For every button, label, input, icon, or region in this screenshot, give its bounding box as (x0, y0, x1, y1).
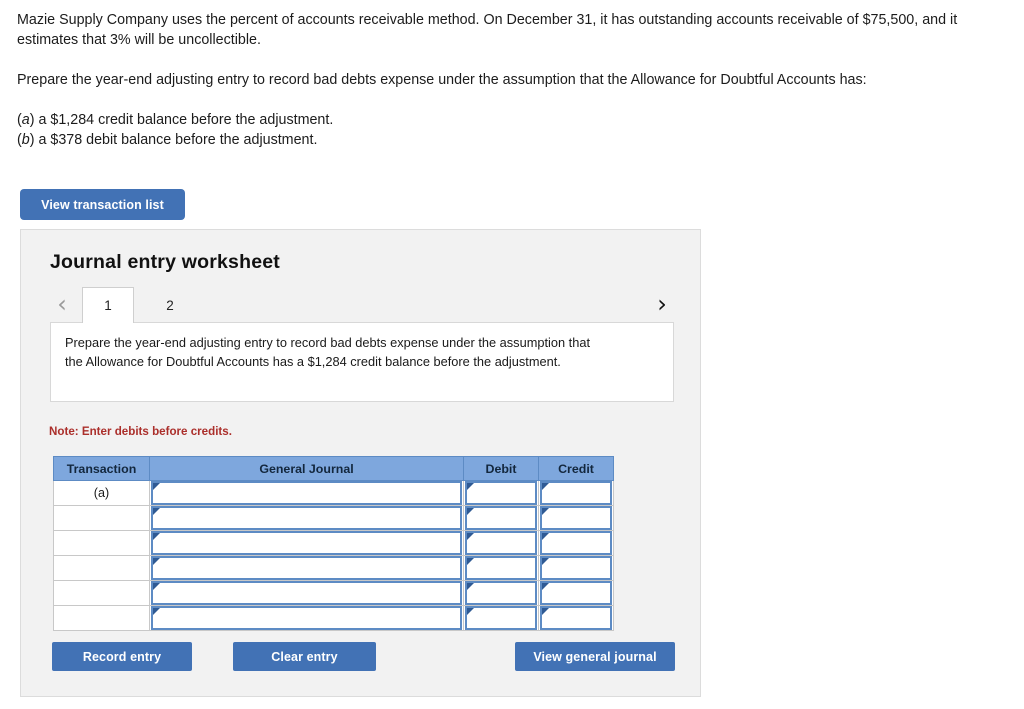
cell-general-journal (149, 555, 464, 581)
tab-2[interactable]: 2 (150, 287, 190, 323)
cell-general-journal (149, 605, 464, 631)
credit-input[interactable] (540, 556, 612, 580)
debit-input[interactable] (465, 581, 537, 605)
general-journal-input[interactable] (151, 531, 462, 555)
debit-input[interactable] (465, 556, 537, 580)
item-b-text: ) a $378 debit balance before the adjust… (29, 132, 318, 148)
problem-paragraph-1: Mazie Supply Company uses the percent of… (17, 12, 958, 48)
cell-general-journal (149, 580, 464, 606)
column-header-debit: Debit (463, 456, 539, 481)
cell-debit (463, 605, 539, 631)
credit-input[interactable] (540, 581, 612, 605)
general-journal-input[interactable] (151, 606, 462, 630)
debit-input[interactable] (465, 606, 537, 630)
clear-entry-button[interactable]: Clear entry (233, 642, 376, 671)
journal-entry-worksheet-panel: Journal entry worksheet ‹ 1 2 › Prepare … (20, 229, 701, 697)
general-journal-input[interactable] (151, 556, 462, 580)
cell-transaction (53, 580, 150, 606)
cell-transaction (53, 605, 150, 631)
cell-general-journal (149, 530, 464, 556)
chevron-right-icon[interactable]: › (650, 289, 674, 319)
table-row (53, 580, 614, 606)
problem-statement: Mazie Supply Company uses the percent of… (17, 10, 987, 150)
debit-input[interactable] (465, 506, 537, 530)
tab-1[interactable]: 1 (82, 287, 134, 323)
table-header-row: Transaction General Journal Debit Credit (53, 456, 614, 481)
cell-transaction (53, 530, 150, 556)
cell-transaction (53, 555, 150, 581)
column-header-credit: Credit (538, 456, 614, 481)
column-header-general-journal: General Journal (149, 456, 464, 481)
credit-input[interactable] (540, 531, 612, 555)
problem-paragraph-2: Prepare the year-end adjusting entry to … (17, 72, 867, 88)
problem-item-b: (b) a $378 debit balance before the adju… (17, 130, 987, 150)
journal-entry-table: Transaction General Journal Debit Credit… (53, 456, 614, 631)
chevron-left-icon[interactable]: ‹ (50, 289, 74, 319)
cell-general-journal (149, 480, 464, 506)
general-journal-input[interactable] (151, 506, 462, 530)
cell-transaction: (a) (53, 480, 150, 506)
credit-input[interactable] (540, 606, 612, 630)
note-text: Note: Enter debits before credits. (49, 425, 232, 438)
view-transaction-list-button[interactable]: View transaction list (20, 189, 185, 220)
table-row (53, 505, 614, 531)
worksheet-tabs: ‹ 1 2 › (50, 287, 674, 323)
cell-credit (538, 480, 614, 506)
table-row (53, 530, 614, 556)
table-row (53, 605, 614, 631)
item-a-label: a (21, 112, 30, 128)
record-entry-button[interactable]: Record entry (52, 642, 192, 671)
cell-credit (538, 605, 614, 631)
debit-input[interactable] (465, 531, 537, 555)
column-header-transaction: Transaction (53, 456, 150, 481)
general-journal-input[interactable] (151, 481, 462, 505)
cell-debit (463, 480, 539, 506)
table-row (53, 555, 614, 581)
item-a-text: ) a $1,284 credit balance before the adj… (29, 112, 334, 128)
cell-credit (538, 555, 614, 581)
debit-input[interactable] (465, 481, 537, 505)
cell-debit (463, 530, 539, 556)
cell-general-journal (149, 505, 464, 531)
cell-debit (463, 555, 539, 581)
panel-title: Journal entry worksheet (50, 251, 281, 273)
problem-item-a: (a) a $1,284 credit balance before the a… (17, 110, 987, 130)
cell-credit (538, 530, 614, 556)
item-b-label: b (21, 132, 30, 148)
table-row: (a) (53, 480, 614, 506)
credit-input[interactable] (540, 481, 612, 505)
instruction-text: Prepare the year-end adjusting entry to … (65, 335, 591, 369)
cell-debit (463, 580, 539, 606)
cell-debit (463, 505, 539, 531)
credit-input[interactable] (540, 506, 612, 530)
instruction-box: Prepare the year-end adjusting entry to … (50, 322, 674, 402)
general-journal-input[interactable] (151, 581, 462, 605)
cell-credit (538, 505, 614, 531)
view-general-journal-button[interactable]: View general journal (515, 642, 675, 671)
cell-transaction (53, 505, 150, 531)
cell-credit (538, 580, 614, 606)
